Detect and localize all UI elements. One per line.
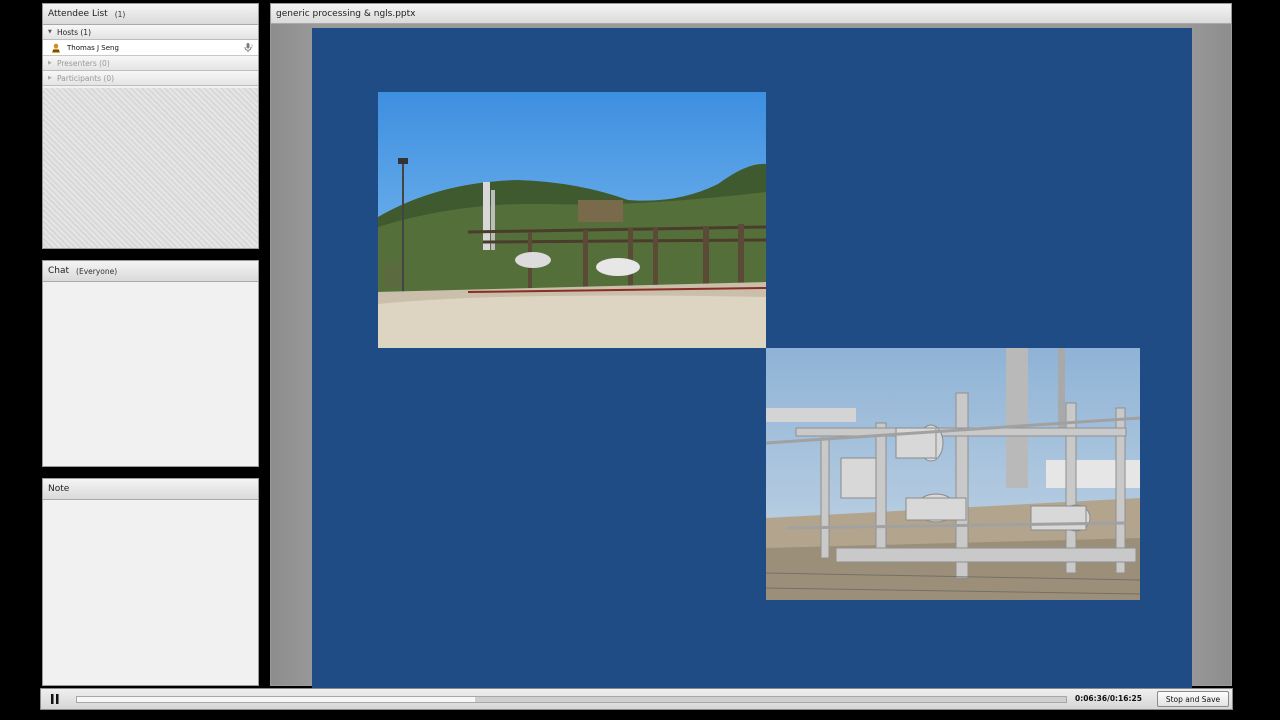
pause-button[interactable] xyxy=(44,691,66,707)
note-panel: Note xyxy=(42,478,259,686)
collapse-arrow-icon[interactable]: ▶ xyxy=(48,60,57,66)
share-pod: generic processing & ngls.pptx xyxy=(270,3,1232,688)
pause-icon xyxy=(51,694,59,704)
attendee-count: (1) xyxy=(114,9,126,19)
expand-arrow-icon[interactable]: ▼ xyxy=(48,29,57,35)
group-participants[interactable]: ▶ Participants (0) xyxy=(43,71,258,86)
microphone-icon xyxy=(244,43,253,53)
photo-processing-skid-equipment xyxy=(766,348,1140,600)
group-participants-label: Participants (0) xyxy=(57,73,115,83)
attendee-row[interactable]: Thomas J Seng xyxy=(43,40,258,56)
group-presenters[interactable]: ▶ Presenters (0) xyxy=(43,56,258,71)
presentation-slide xyxy=(312,28,1192,688)
playback-bar: 0:06:36/0:16:25 Stop and Save xyxy=(40,688,1233,710)
slide-stage xyxy=(271,24,1231,688)
progress-fill xyxy=(77,697,475,702)
host-icon xyxy=(52,43,60,53)
attendee-name: Thomas J Seng xyxy=(67,43,119,52)
attendee-list-title: Attendee List xyxy=(48,9,108,19)
group-hosts[interactable]: ▼ Hosts (1) xyxy=(43,25,258,40)
group-presenters-label: Presenters (0) xyxy=(57,58,110,68)
progress-slider[interactable] xyxy=(76,696,1067,703)
attendee-list-empty-area xyxy=(43,88,258,248)
collapse-arrow-icon[interactable]: ▶ xyxy=(48,75,57,81)
document-title: generic processing & ngls.pptx xyxy=(276,8,416,19)
share-pod-header[interactable]: generic processing & ngls.pptx xyxy=(271,4,1231,24)
chat-scope: (Everyone) xyxy=(76,266,118,276)
chat-panel: Chat (Everyone) xyxy=(42,260,259,467)
time-readout: 0:06:36/0:16:25 xyxy=(1075,694,1142,703)
chat-header[interactable]: Chat (Everyone) xyxy=(43,261,258,282)
group-hosts-label: Hosts (1) xyxy=(57,27,91,37)
chat-title: Chat xyxy=(48,266,70,276)
note-title: Note xyxy=(48,484,70,494)
photo-gas-processing-plant-hillside xyxy=(378,92,766,348)
attendee-list-header[interactable]: Attendee List (1) xyxy=(43,4,258,25)
stop-and-save-button[interactable]: Stop and Save xyxy=(1157,691,1229,707)
note-header[interactable]: Note xyxy=(43,479,258,500)
attendee-list-panel: Attendee List (1) ▼ Hosts (1) Thomas J S… xyxy=(42,3,259,249)
